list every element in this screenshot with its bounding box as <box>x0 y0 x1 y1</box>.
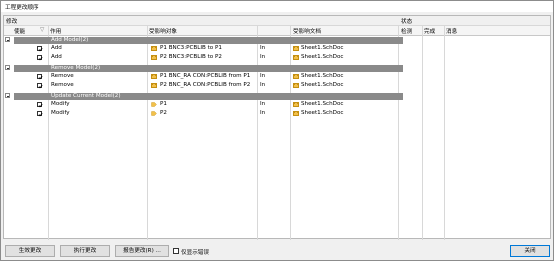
document-icon <box>293 101 299 107</box>
engineering-change-order-dialog: 工程更改顺序 修改 状态 使能 ▽ 作用 受影响对象 受影响文档 检测 完成 消… <box>0 0 554 261</box>
row-affected-object: P1 BNC3:PCBLIB to P1 <box>160 45 222 51</box>
column-divider <box>48 26 49 240</box>
enable-checkbox[interactable] <box>37 74 43 80</box>
action-column-header[interactable]: 作用 <box>50 27 61 35</box>
row-action: Modify <box>51 110 70 116</box>
row-in-label: In <box>260 82 266 88</box>
row-affected-document: Sheet1.SchDoc <box>301 73 344 79</box>
component-icon <box>151 54 157 60</box>
group-header-remove-model[interactable]: Remove Model(2) <box>14 65 403 72</box>
row-affected-document: Sheet1.SchDoc <box>301 54 344 60</box>
component-modify-icon <box>151 102 157 107</box>
done-column-header[interactable]: 完成 <box>424 27 435 35</box>
row-action: Add <box>51 45 62 51</box>
row-affected-object: P2 BNC3:PCBLIB to P2 <box>160 54 222 60</box>
row-in-label: In <box>260 54 266 60</box>
group-label: Remove Model(2) <box>51 65 101 71</box>
row-affected-object: P1 BNC_RA CON:PCBLIB from P1 <box>160 73 251 79</box>
close-button[interactable]: 关闭 <box>510 245 550 257</box>
document-icon <box>293 73 299 79</box>
group-header-update-current-model[interactable]: Update Current Model(2) <box>14 93 403 100</box>
component-icon <box>151 73 157 79</box>
row-in-label: In <box>260 73 266 79</box>
row-affected-document: Sheet1.SchDoc <box>301 82 344 88</box>
enable-checkbox[interactable] <box>37 83 43 89</box>
column-divider <box>398 26 399 240</box>
row-affected-document: Sheet1.SchDoc <box>301 110 344 116</box>
only-show-errors-label: 仅显示错误 <box>181 250 209 256</box>
only-show-errors-checkbox[interactable] <box>173 248 179 254</box>
column-divider <box>422 26 423 240</box>
title-bar: 工程更改顺序 <box>1 1 553 12</box>
affected-object-column-header[interactable]: 受影响对象 <box>149 27 177 35</box>
window-title: 工程更改顺序 <box>5 5 39 11</box>
validate-changes-button[interactable]: 生效更改 <box>5 245 55 257</box>
collapse-toggle-icon[interactable] <box>5 37 10 42</box>
row-action: Remove <box>51 82 74 88</box>
column-divider <box>147 26 148 240</box>
execute-changes-button[interactable]: 执行更改 <box>60 245 110 257</box>
enable-checkbox[interactable] <box>37 55 43 61</box>
column-divider <box>444 26 445 240</box>
column-divider <box>257 26 258 240</box>
row-in-label: In <box>260 45 266 51</box>
row-affected-object: P1 <box>160 101 167 107</box>
row-in-label: In <box>260 110 266 116</box>
row-affected-object: P2 <box>160 110 167 116</box>
row-affected-document: Sheet1.SchDoc <box>301 101 344 107</box>
group-header-add-model[interactable]: Add Model(2) <box>14 37 403 44</box>
column-divider <box>290 26 291 240</box>
collapse-toggle-icon[interactable] <box>5 65 10 70</box>
enable-checkbox[interactable] <box>37 102 43 108</box>
sort-arrow-icon[interactable]: ▽ <box>40 27 44 33</box>
row-action: Modify <box>51 101 70 107</box>
component-icon <box>151 45 157 51</box>
row-affected-document: Sheet1.SchDoc <box>301 45 344 51</box>
modify-section-label: 修改 <box>6 19 18 25</box>
group-label: Update Current Model(2) <box>51 93 121 99</box>
column-header-row: 使能 ▽ 作用 受影响对象 受影响文档 检测 完成 消息 <box>4 26 550 36</box>
report-changes-button[interactable]: 报告更改(R) ... <box>115 245 169 257</box>
row-action: Add <box>51 54 62 60</box>
row-action: Remove <box>51 73 74 79</box>
component-icon <box>151 82 157 88</box>
group-label: Add Model(2) <box>51 37 89 43</box>
collapse-toggle-icon[interactable] <box>5 93 10 98</box>
document-icon <box>293 82 299 88</box>
message-column-header[interactable]: 消息 <box>446 27 457 35</box>
affected-document-column-header[interactable]: 受影响文档 <box>293 27 321 35</box>
enable-checkbox[interactable] <box>37 111 43 117</box>
check-column-header[interactable]: 检测 <box>401 27 412 35</box>
document-icon <box>293 54 299 60</box>
changes-grid[interactable]: 修改 状态 使能 ▽ 作用 受影响对象 受影响文档 检测 完成 消息 Add M… <box>3 15 551 240</box>
enable-checkbox[interactable] <box>37 46 43 52</box>
document-icon <box>293 45 299 51</box>
component-modify-icon <box>151 111 157 116</box>
row-in-label: In <box>260 101 266 107</box>
enable-column-header[interactable]: 使能 <box>14 27 25 35</box>
section-header-row: 修改 状态 <box>4 16 550 26</box>
status-section-label: 状态 <box>401 19 413 25</box>
document-icon <box>293 110 299 116</box>
row-affected-object: P2 BNC_RA CON:PCBLIB from P2 <box>160 82 251 88</box>
